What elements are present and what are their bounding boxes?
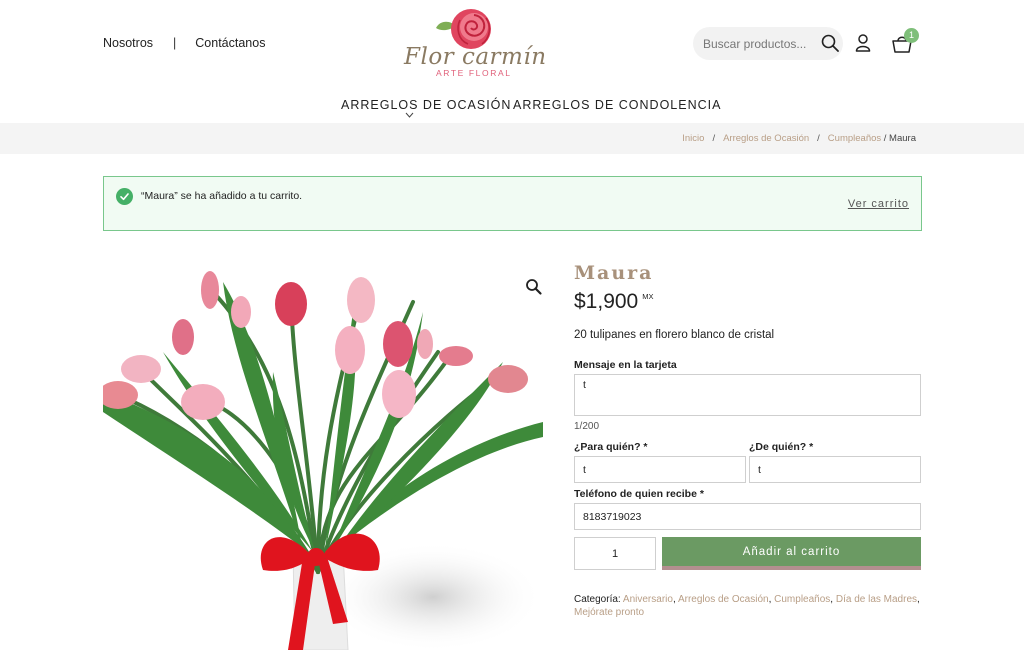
product-categories: Categoría: Aniversario, Arreglos de Ocas… — [574, 594, 920, 618]
category-link-arreglos-ocasion[interactable]: Arreglos de Ocasión — [678, 594, 769, 605]
cart-count-badge[interactable]: 1 — [904, 28, 919, 43]
tulip-bouquet-illustration — [103, 271, 543, 650]
breadcrumb-separator: / — [712, 133, 716, 144]
price-currency: MX — [642, 292, 654, 301]
recipient-label: ¿Para quién? * — [574, 441, 648, 453]
check-circle-icon — [116, 188, 133, 205]
product-description: 20 tulipanes en florero blanco de crista… — [574, 329, 775, 341]
breadcrumb-arreglos-ocasion[interactable]: Arreglos de Ocasión — [723, 133, 809, 144]
category-label: Categoría: — [574, 594, 623, 605]
card-message-field[interactable] — [574, 374, 921, 416]
main-nav: ARREGLOS DE OCASIÓN ARREGLOS DE CONDOLEN… — [0, 96, 1024, 120]
breadcrumb-separator: / — [817, 133, 820, 144]
site-logo[interactable]: Flor carmín ARTE FLORAL — [400, 6, 546, 82]
contact-link[interactable]: Contáctanos — [195, 36, 265, 50]
breadcrumb-home[interactable]: Inicio — [682, 133, 704, 144]
category-link-aniversario[interactable]: Aniversario — [623, 594, 673, 605]
sender-label: ¿De quién? * — [749, 441, 814, 453]
phone-label: Teléfono de quien recibe * — [574, 488, 704, 500]
quantity-input[interactable] — [574, 537, 656, 570]
breadcrumb-cumpleanos[interactable]: Cumpleaños — [828, 133, 881, 144]
zoom-icon[interactable] — [525, 278, 543, 296]
breadcrumb: Inicio / Arreglos de Ocasión / Cumpleaños / … — [682, 133, 916, 144]
phone-field[interactable] — [574, 503, 921, 530]
category-link-mejorate-pronto[interactable]: Mejórate pronto — [574, 607, 644, 618]
search-icon[interactable] — [821, 34, 839, 52]
message-char-counter: 1/200 — [574, 421, 600, 432]
product-price: $1,900 MX — [574, 290, 653, 314]
add-to-cart-button[interactable]: Añadir al carrito — [662, 537, 921, 570]
view-cart-link[interactable]: Ver carrito — [848, 198, 909, 210]
link-separator: | — [173, 36, 177, 50]
category-link-dia-madres[interactable]: Día de las Madres — [836, 594, 917, 605]
user-icon[interactable] — [855, 34, 871, 52]
card-message-label: Mensaje en la tarjeta — [574, 359, 677, 371]
sender-field[interactable] — [749, 456, 921, 483]
recipient-field[interactable] — [574, 456, 746, 483]
chevron-down-icon[interactable] — [405, 112, 414, 118]
about-link[interactable]: Nosotros — [103, 36, 153, 50]
product-title: Maura — [574, 262, 654, 284]
top-links: Nosotros | Contáctanos — [103, 36, 265, 50]
category-link-cumpleanos[interactable]: Cumpleaños — [774, 594, 830, 605]
cart-notice: “Maura” se ha añadido a tu carrito. Ver … — [103, 176, 922, 231]
price-amount: $1,900 — [574, 290, 639, 313]
site-header: Nosotros | Contáctanos Flor carmín ARTE … — [0, 0, 1024, 90]
nav-item-arreglos-ocasion[interactable]: ARREGLOS DE OCASIÓN — [341, 98, 511, 112]
breadcrumb-bar: Inicio / Arreglos de Ocasión / Cumpleaños / … — [0, 123, 1024, 154]
notice-message: “Maura” se ha añadido a tu carrito. — [141, 190, 303, 202]
product-image[interactable] — [103, 252, 543, 650]
nav-item-arreglos-condolencia[interactable]: ARREGLOS DE CONDOLENCIA — [513, 98, 721, 112]
logo-tagline: ARTE FLORAL — [436, 68, 512, 78]
search-input[interactable] — [703, 35, 811, 52]
breadcrumb-current: / Maura — [883, 133, 916, 144]
logo-wordmark: Flor carmín — [404, 44, 547, 70]
